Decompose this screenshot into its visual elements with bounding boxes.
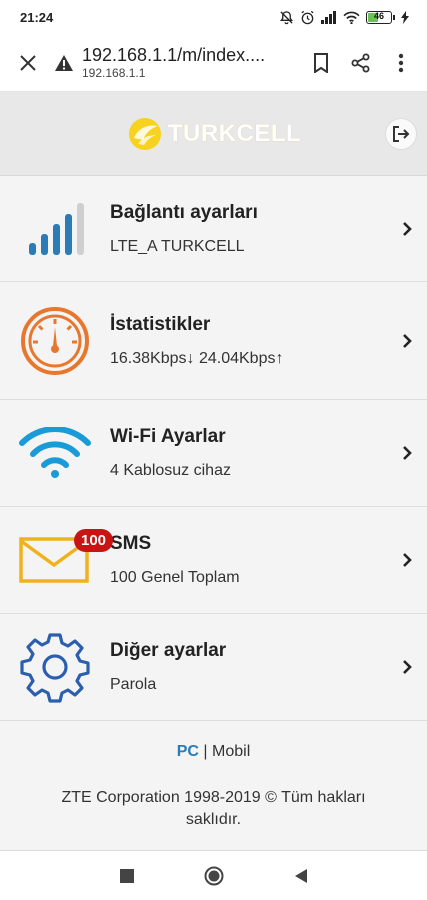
address-bar[interactable]: 192.168.1.1/m/index.... 192.168.1.1 — [54, 45, 303, 80]
chevron-right-icon — [403, 553, 412, 567]
cell-signal-icon — [321, 10, 337, 24]
chevron-right-icon — [403, 333, 412, 348]
mute-bell-icon — [279, 10, 294, 25]
bookmark-button[interactable] — [303, 45, 339, 81]
home-button[interactable] — [204, 866, 224, 886]
page-header: TURKCELL — [0, 92, 427, 176]
menu-title: Bağlantı ayarları — [110, 201, 258, 223]
menu-title: Diğer ayarlar — [110, 640, 227, 661]
menu-subtitle: 4 Kablosuz cihaz — [110, 462, 231, 479]
status-icons: 46 — [279, 10, 409, 25]
charging-bolt-icon — [401, 10, 409, 24]
logout-button[interactable] — [385, 118, 417, 150]
gear-icon — [20, 633, 90, 703]
battery-percent: 46 — [373, 10, 384, 21]
browser-toolbar: 192.168.1.1/m/index.... 192.168.1.1 — [0, 34, 427, 92]
page-footer: PC | Mobil ZTE Corporation 1998-2019 © T… — [0, 721, 427, 831]
menu-subtitle: LTE_A TURKCELL — [110, 237, 245, 255]
share-icon — [351, 53, 370, 72]
battery-icon: 46 — [366, 10, 395, 24]
menu-item-other-settings[interactable]: Diğer ayarlar Parola — [0, 614, 427, 721]
status-time: 21:24 — [20, 9, 54, 25]
menu-item-wifi[interactable]: Wi-Fi Ayarlar 4 Kablosuz cihaz — [0, 400, 427, 507]
sms-count-badge: 100 — [74, 529, 114, 552]
chevron-right-icon — [403, 660, 412, 674]
menu-item-connection[interactable]: Bağlantı ayarları LTE_A TURKCELL — [0, 176, 427, 282]
menu-subtitle: 16.38Kbps↓ 24.04Kbps↑ — [110, 349, 284, 367]
back-button[interactable] — [294, 868, 308, 884]
menu-list: Bağlantı ayarları LTE_A TURKCELL İstatis… — [0, 176, 427, 721]
bookmark-icon — [314, 52, 328, 73]
turkcell-leaf-icon — [128, 117, 161, 150]
menu-item-sms[interactable]: 100 SMS 100 Genel Toplam — [0, 507, 427, 614]
more-menu-button[interactable] — [383, 45, 419, 81]
close-icon — [20, 54, 36, 71]
menu-title: İstatistikler — [110, 313, 211, 335]
menu-title: SMS — [110, 533, 152, 554]
more-vert-icon — [398, 53, 404, 72]
close-tab-button[interactable] — [10, 45, 46, 81]
mode-separator: | — [203, 743, 208, 760]
menu-title: Wi-Fi Ayarlar — [110, 426, 226, 447]
mode-links: PC | Mobil — [0, 743, 427, 761]
pc-mode-link[interactable]: PC — [177, 743, 199, 760]
wifi-icon — [19, 427, 91, 478]
chevron-right-icon — [403, 221, 412, 236]
chevron-right-icon — [403, 446, 412, 460]
status-bar: 21:24 46 — [0, 0, 427, 34]
warning-icon — [55, 54, 73, 71]
signal-bars-icon — [29, 202, 84, 255]
speedometer-icon — [21, 306, 89, 375]
recents-button[interactable] — [119, 868, 134, 883]
alarm-icon — [300, 10, 315, 25]
url-host: 192.168.1.1 — [82, 66, 146, 80]
logout-icon — [393, 126, 410, 142]
turkcell-logo: TURKCELL — [126, 116, 301, 152]
menu-item-statistics[interactable]: İstatistikler 16.38Kbps↓ 24.04Kbps↑ — [0, 282, 427, 400]
url-text: 192.168.1.1/m/index.... — [82, 45, 266, 65]
back-triangle-icon — [294, 868, 307, 883]
menu-subtitle: Parola — [110, 676, 157, 693]
system-nav-bar — [0, 850, 427, 900]
recents-square-icon — [119, 868, 134, 883]
share-button[interactable] — [343, 45, 379, 81]
copyright-text: ZTE Corporation 1998-2019 © Tüm hakları … — [61, 789, 366, 828]
menu-subtitle: 100 Genel Toplam — [110, 569, 240, 586]
home-circle-icon — [204, 866, 223, 885]
brand-name: TURKCELL — [167, 119, 302, 147]
wifi-status-icon — [343, 11, 360, 24]
mobile-mode-link[interactable]: Mobil — [212, 743, 250, 760]
